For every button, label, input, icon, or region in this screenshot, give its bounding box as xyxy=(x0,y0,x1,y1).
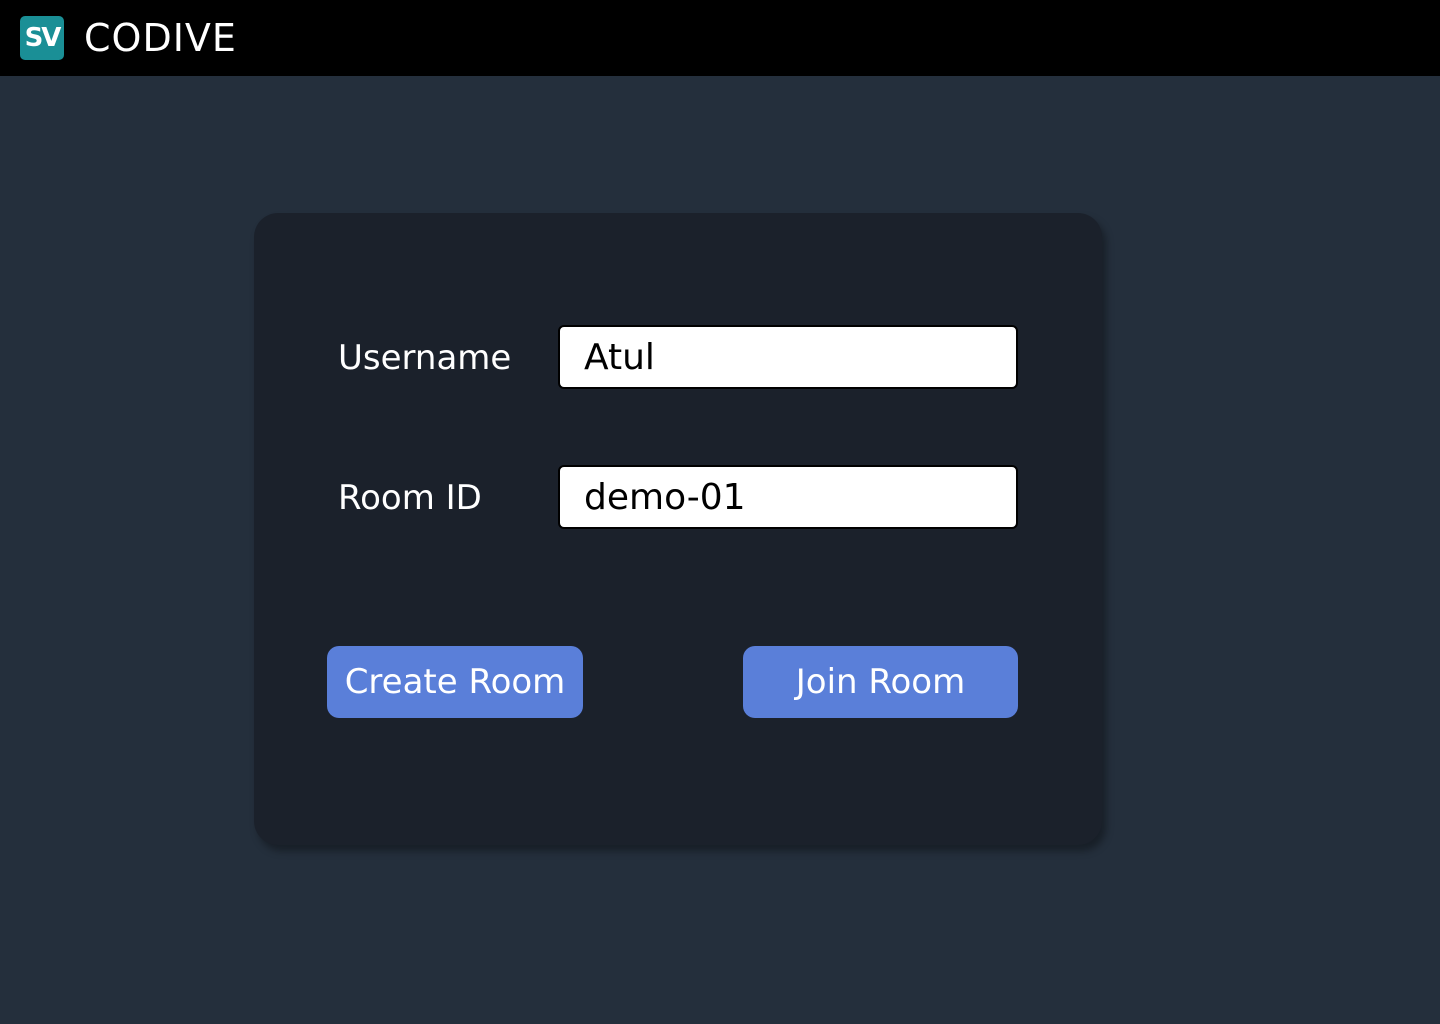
app-logo[interactable]: SV xyxy=(20,16,64,60)
create-room-button[interactable]: Create Room xyxy=(327,646,583,718)
top-nav-bar: SV CODIVE xyxy=(0,0,1440,76)
room-id-input[interactable] xyxy=(558,465,1018,529)
logo-text: SV xyxy=(24,23,62,53)
join-room-button[interactable]: Join Room xyxy=(743,646,1018,718)
room-id-label: Room ID xyxy=(338,478,482,518)
username-input[interactable] xyxy=(558,325,1018,389)
username-label: Username xyxy=(338,338,512,378)
app-brand-name: CODIVE xyxy=(84,16,237,60)
join-room-card: Username Room ID Create Room Join Room xyxy=(254,213,1102,845)
